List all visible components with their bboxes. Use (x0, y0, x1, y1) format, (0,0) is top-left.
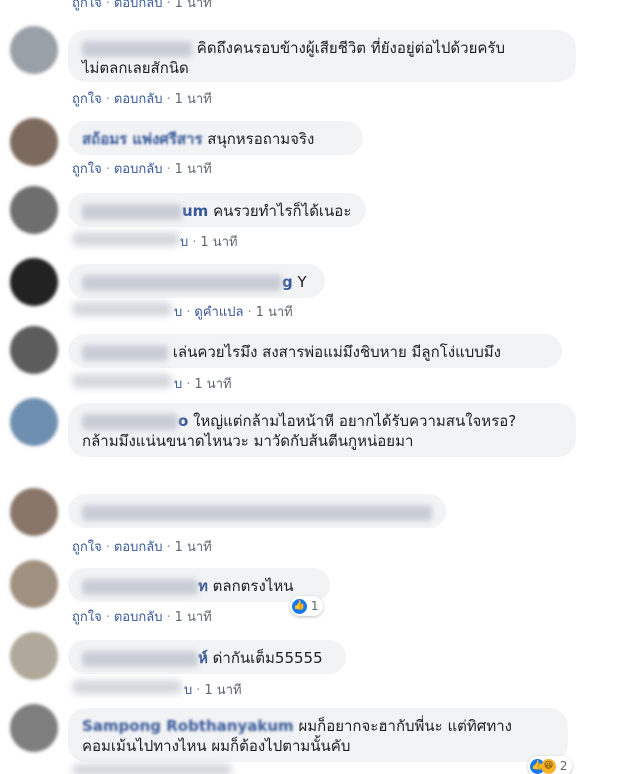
comment-bubble: um คนรวยทำไรก็ได้เนอะ (68, 193, 366, 227)
timestamp: 1 นาที (174, 540, 212, 555)
comment-meta: บ · 1 นาที (184, 683, 242, 698)
like-reaction-icon: 👍 (292, 599, 307, 614)
timestamp: 1 นาที (255, 305, 293, 320)
avatar[interactable] (10, 488, 58, 536)
comment-bubble (68, 494, 446, 528)
avatar[interactable] (10, 326, 58, 374)
commenter-name[interactable]: Sampong Robthanyakum (82, 717, 294, 735)
comment-text: ตลกตรงไหน (212, 577, 294, 595)
comment-bubble: Sampong Robthanyakum ผมก็อยากจะฮากับพี่น… (68, 708, 568, 762)
reply-link[interactable]: ตอบกลับ (114, 162, 163, 177)
blurred-commenter-name[interactable] (82, 203, 182, 220)
comment-meta: ถูกใจ · ตอบกลับ · 1 นาที (72, 162, 212, 177)
blurred-commenter-name[interactable] (82, 413, 178, 430)
commenter-name[interactable]: o (178, 412, 188, 430)
avatar[interactable] (10, 258, 58, 306)
comment-text: ใหญ่แต่กล้ามไอหน้าหี อยากได้รับความสนใจห… (193, 412, 517, 430)
timestamp: 1 นาที (204, 683, 242, 698)
blurred-commenter-name[interactable] (82, 274, 282, 291)
commenter-name[interactable]: สถ้อมร แพ่งศรีสาร (82, 130, 203, 148)
translate-link[interactable]: ดูคำแปล (194, 305, 243, 320)
comment-text: คอมเม้นไปทางไหน ผมก็ต้องไปตามนั้นคับ (82, 737, 351, 755)
like-link[interactable]: ถูกใจ (72, 92, 102, 107)
comment-bubble: ท ตลกตรงไหน (68, 568, 330, 602)
commenter-name[interactable]: g (282, 273, 293, 291)
comment-text: ไม่ตลกเลยสักนิด (82, 59, 189, 77)
reply-link[interactable]: ตอบกลับ (114, 610, 163, 625)
avatar[interactable] (10, 26, 58, 74)
comment-text: ผมก็อยากจะฮากับพี่นะ แต่ทิศทาง (298, 717, 512, 735)
comment-bubble: o ใหญ่แต่กล้ามไอหน้าหี อยากได้รับความสนใ… (68, 403, 576, 457)
comment-bubble: คิดถึงคนรอบข้างผู้เสียชีวิต ที่ยังอยู่ต่… (68, 30, 576, 82)
avatar[interactable] (10, 632, 58, 680)
like-link[interactable]: ถูกใจ (72, 610, 102, 625)
comment-meta: บ · ดูคำแปล · 1 นาที (174, 305, 293, 320)
timestamp: 1 นาที (200, 235, 238, 250)
blurred-meta (72, 232, 180, 246)
comment-bubble: เล่นควยไรมึง สงสารพ่อแม่มึงชิบหาย มีลูกโ… (68, 334, 562, 368)
like-link[interactable]: ถูกใจ (72, 0, 102, 11)
comment-text: Y (297, 273, 307, 291)
comment-text: คนรวยทำไรก็ได้เนอะ (213, 202, 352, 220)
haha-reaction-icon: 😆 (541, 759, 556, 774)
comments-panel: ถูกใจ · ตอบกลับ · 1 นาที คิดถึงคนรอบข้างผู้เ… (0, 0, 640, 774)
blurred-meta (72, 302, 172, 316)
reaction-number: 1 (310, 599, 319, 613)
reply-link[interactable]: ตอบกลับ (114, 540, 163, 555)
reply-link[interactable]: ตอบกลับ (114, 0, 163, 11)
comment-meta: ถูกใจ · ตอบกลับ · 1 นาที (72, 610, 212, 625)
reaction-count[interactable]: 👍😆 2 (528, 756, 573, 774)
comment-meta: ถูกใจ · ตอบกลับ · 1 นาที (72, 540, 212, 555)
comment-bubble: ห์ ด่ากันเต็ม55555 (68, 640, 346, 674)
comment-text: เล่นควยไรมึง สงสารพ่อแม่มึงชิบหาย มีลูกโ… (172, 343, 501, 361)
comment-meta: บ · 1 นาที (180, 235, 238, 250)
blurred-meta (72, 374, 172, 388)
blurred-meta (72, 680, 182, 694)
commenter-name[interactable]: um (182, 202, 208, 220)
commenter-name[interactable]: ท (198, 577, 208, 595)
reply-link[interactable]: บ (174, 377, 182, 392)
blurred-commenter-name[interactable] (82, 344, 168, 361)
avatar[interactable] (10, 118, 58, 166)
timestamp: 1 นาที (174, 0, 212, 11)
avatar[interactable] (10, 560, 58, 608)
comment-text: กล้ามมึงแน่นขนาดไหนวะ มาวัดกับส้นตีนกูหน… (82, 432, 414, 450)
avatar[interactable] (10, 398, 58, 446)
commenter-name[interactable]: ห์ (198, 649, 208, 667)
like-link[interactable]: ถูกใจ (72, 540, 102, 555)
blurred-comment-text (82, 504, 432, 521)
comment-meta: ถูกใจ · ตอบกลับ · 1 นาที (72, 92, 212, 107)
reaction-number: 2 (559, 759, 568, 773)
blurred-commenter-name[interactable] (82, 578, 198, 595)
reaction-count[interactable]: 👍 1 (290, 596, 324, 616)
timestamp: 1 นาที (174, 92, 212, 107)
comment-bubble: สถ้อมร แพ่งศรีสาร สนุกหรอถามจริง (68, 121, 363, 155)
comment-bubble: g Y (68, 264, 325, 298)
reply-link[interactable]: บ (184, 683, 192, 698)
avatar[interactable] (10, 186, 58, 234)
blurred-meta (72, 764, 232, 774)
avatar[interactable] (10, 704, 58, 752)
comment-meta: ถูกใจ · ตอบกลับ · 1 นาที (72, 0, 212, 13)
timestamp: 1 นาที (174, 162, 212, 177)
like-link[interactable]: ถูกใจ (72, 162, 102, 177)
comment-text: ด่ากันเต็ม55555 (212, 649, 323, 667)
reply-link[interactable]: ตอบกลับ (114, 92, 163, 107)
blurred-commenter-name[interactable] (82, 650, 198, 667)
blurred-commenter-name[interactable] (82, 40, 192, 57)
reply-link[interactable]: บ (174, 305, 182, 320)
timestamp: 1 นาที (174, 610, 212, 625)
comment-text: คิดถึงคนรอบข้างผู้เสียชีวิต ที่ยังอยู่ต่… (196, 39, 505, 57)
timestamp: 1 นาที (194, 377, 232, 392)
reply-link[interactable]: บ (180, 235, 188, 250)
comment-text: สนุกหรอถามจริง (207, 130, 315, 148)
comment-meta: บ · 1 นาที (174, 377, 232, 392)
